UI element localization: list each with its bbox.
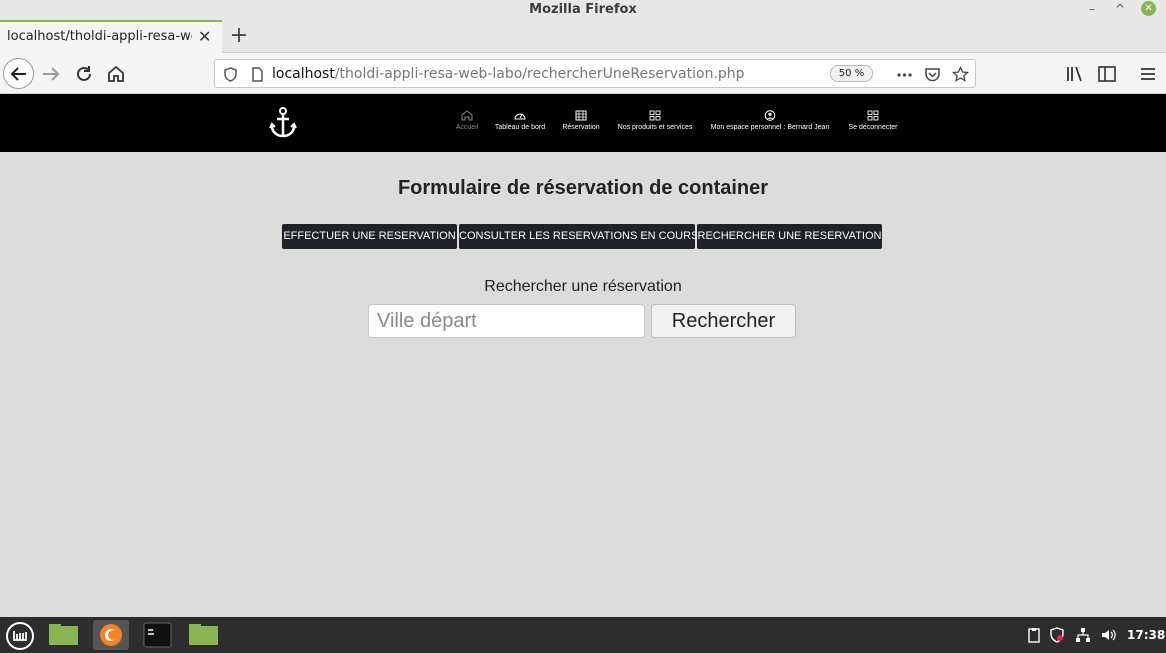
more-actions-icon[interactable] [896, 66, 913, 83]
nav-item-label: Réservation [562, 124, 600, 131]
search-section-label: Rechercher une réservation [484, 278, 682, 295]
bookmark-star-icon[interactable] [952, 66, 969, 83]
hamburger-menu-icon[interactable] [1138, 64, 1158, 84]
pocket-icon[interactable] [924, 66, 941, 83]
nav-toolbar: localhost/tholdi-appli-resa-web-labo/rec… [0, 53, 1166, 94]
taskbar-folder-app[interactable] [185, 620, 221, 650]
nav-item-produits-services[interactable]: Nos produits et services [612, 110, 698, 136]
volume-icon[interactable] [1100, 627, 1116, 643]
clipboard-icon[interactable] [1026, 627, 1042, 643]
effectuer-reservation-button[interactable]: EFFECTUER UNE RESERVATION [282, 224, 457, 249]
network-icon[interactable] [1075, 627, 1091, 643]
firefox-icon [100, 624, 122, 646]
site-header: Accueil Tableau de bord Réservation Nos … [0, 94, 1166, 152]
clock[interactable]: 17:38 [1127, 628, 1165, 642]
home-icon [461, 110, 473, 121]
grid-icon [649, 110, 661, 121]
maximize-icon[interactable]: ^ [1111, 1, 1129, 17]
taskbar-firefox-app[interactable] [93, 620, 129, 650]
shield-update-icon[interactable] [1049, 627, 1065, 643]
anchor-logo-icon[interactable] [269, 107, 297, 139]
forward-icon[interactable] [41, 64, 61, 84]
nav-item-label: Mon espace personnel : Bernard Jean [710, 124, 830, 131]
tab-close-icon[interactable]: ✕ [198, 27, 211, 46]
library-icon[interactable] [1065, 64, 1085, 84]
close-window-icon[interactable]: ✕ [1141, 1, 1156, 16]
home-icon[interactable] [106, 64, 126, 84]
speedometer-icon [514, 113, 526, 120]
search-button[interactable]: Rechercher [651, 304, 796, 338]
tab-label: localhost/tholdi-appli-resa-web [7, 29, 192, 44]
nav-item-tableau-de-bord[interactable]: Tableau de bord [490, 110, 550, 136]
window-title: Mozilla Firefox [529, 2, 637, 17]
zoom-indicator[interactable]: 50 % [830, 65, 873, 82]
minimize-icon[interactable]: – [1083, 1, 1101, 17]
taskbar-terminal-app[interactable] [139, 620, 175, 650]
folder-icon [189, 624, 218, 645]
taskbar-files-app[interactable] [45, 620, 81, 650]
consulter-reservations-button[interactable]: CONSULTER LES RESERVATIONS EN COURS [459, 224, 698, 249]
page-title: Formulaire de réservation de container [397, 177, 769, 199]
arrow-left-icon [10, 67, 26, 81]
back-button[interactable] [3, 58, 34, 89]
taskbar: 17:38 [0, 617, 1166, 653]
terminal-icon [143, 622, 172, 648]
nav-item-label: Se déconnecter [848, 124, 898, 131]
sidebar-icon[interactable] [1097, 64, 1117, 84]
url-path: /tholdi-appli-resa-web-labo/rechercherUn… [334, 66, 745, 82]
nav-item-label: Nos produits et services [617, 124, 693, 131]
window-titlebar: Mozilla Firefox – ^ ✕ [0, 0, 1166, 20]
nav-item-espace-personnel[interactable]: Mon espace personnel : Bernard Jean [704, 110, 836, 136]
nav-item-label: Accueil [455, 124, 479, 131]
page-info-icon[interactable] [249, 66, 266, 83]
tab-strip: localhost/tholdi-appli-resa-web ✕ + [0, 20, 1166, 53]
browser-tab[interactable]: localhost/tholdi-appli-resa-web ✕ [0, 20, 222, 53]
nav-item-accueil[interactable]: Accueil [447, 110, 487, 136]
rechercher-reservation-button[interactable]: RECHERCHER UNE RESERVATION [697, 224, 882, 249]
nav-item-deconnecter[interactable]: Se déconnecter [843, 110, 903, 136]
folder-icon [49, 624, 78, 645]
table-icon [575, 110, 587, 121]
url-text: localhost/tholdi-appli-resa-web-labo/rec… [272, 66, 745, 82]
new-tab-icon[interactable]: + [229, 23, 249, 48]
mint-menu-icon[interactable] [5, 621, 35, 651]
reload-icon[interactable] [74, 64, 94, 84]
nav-item-label: Tableau de bord [494, 124, 546, 131]
url-bar[interactable]: localhost/tholdi-appli-resa-web-labo/rec… [214, 59, 976, 88]
user-circle-icon [764, 110, 776, 121]
shield-icon[interactable] [222, 66, 239, 83]
ville-depart-input[interactable] [368, 304, 645, 338]
url-host: localhost [272, 66, 335, 82]
nav-item-reservation[interactable]: Réservation [558, 110, 604, 136]
grid-icon [867, 110, 879, 121]
